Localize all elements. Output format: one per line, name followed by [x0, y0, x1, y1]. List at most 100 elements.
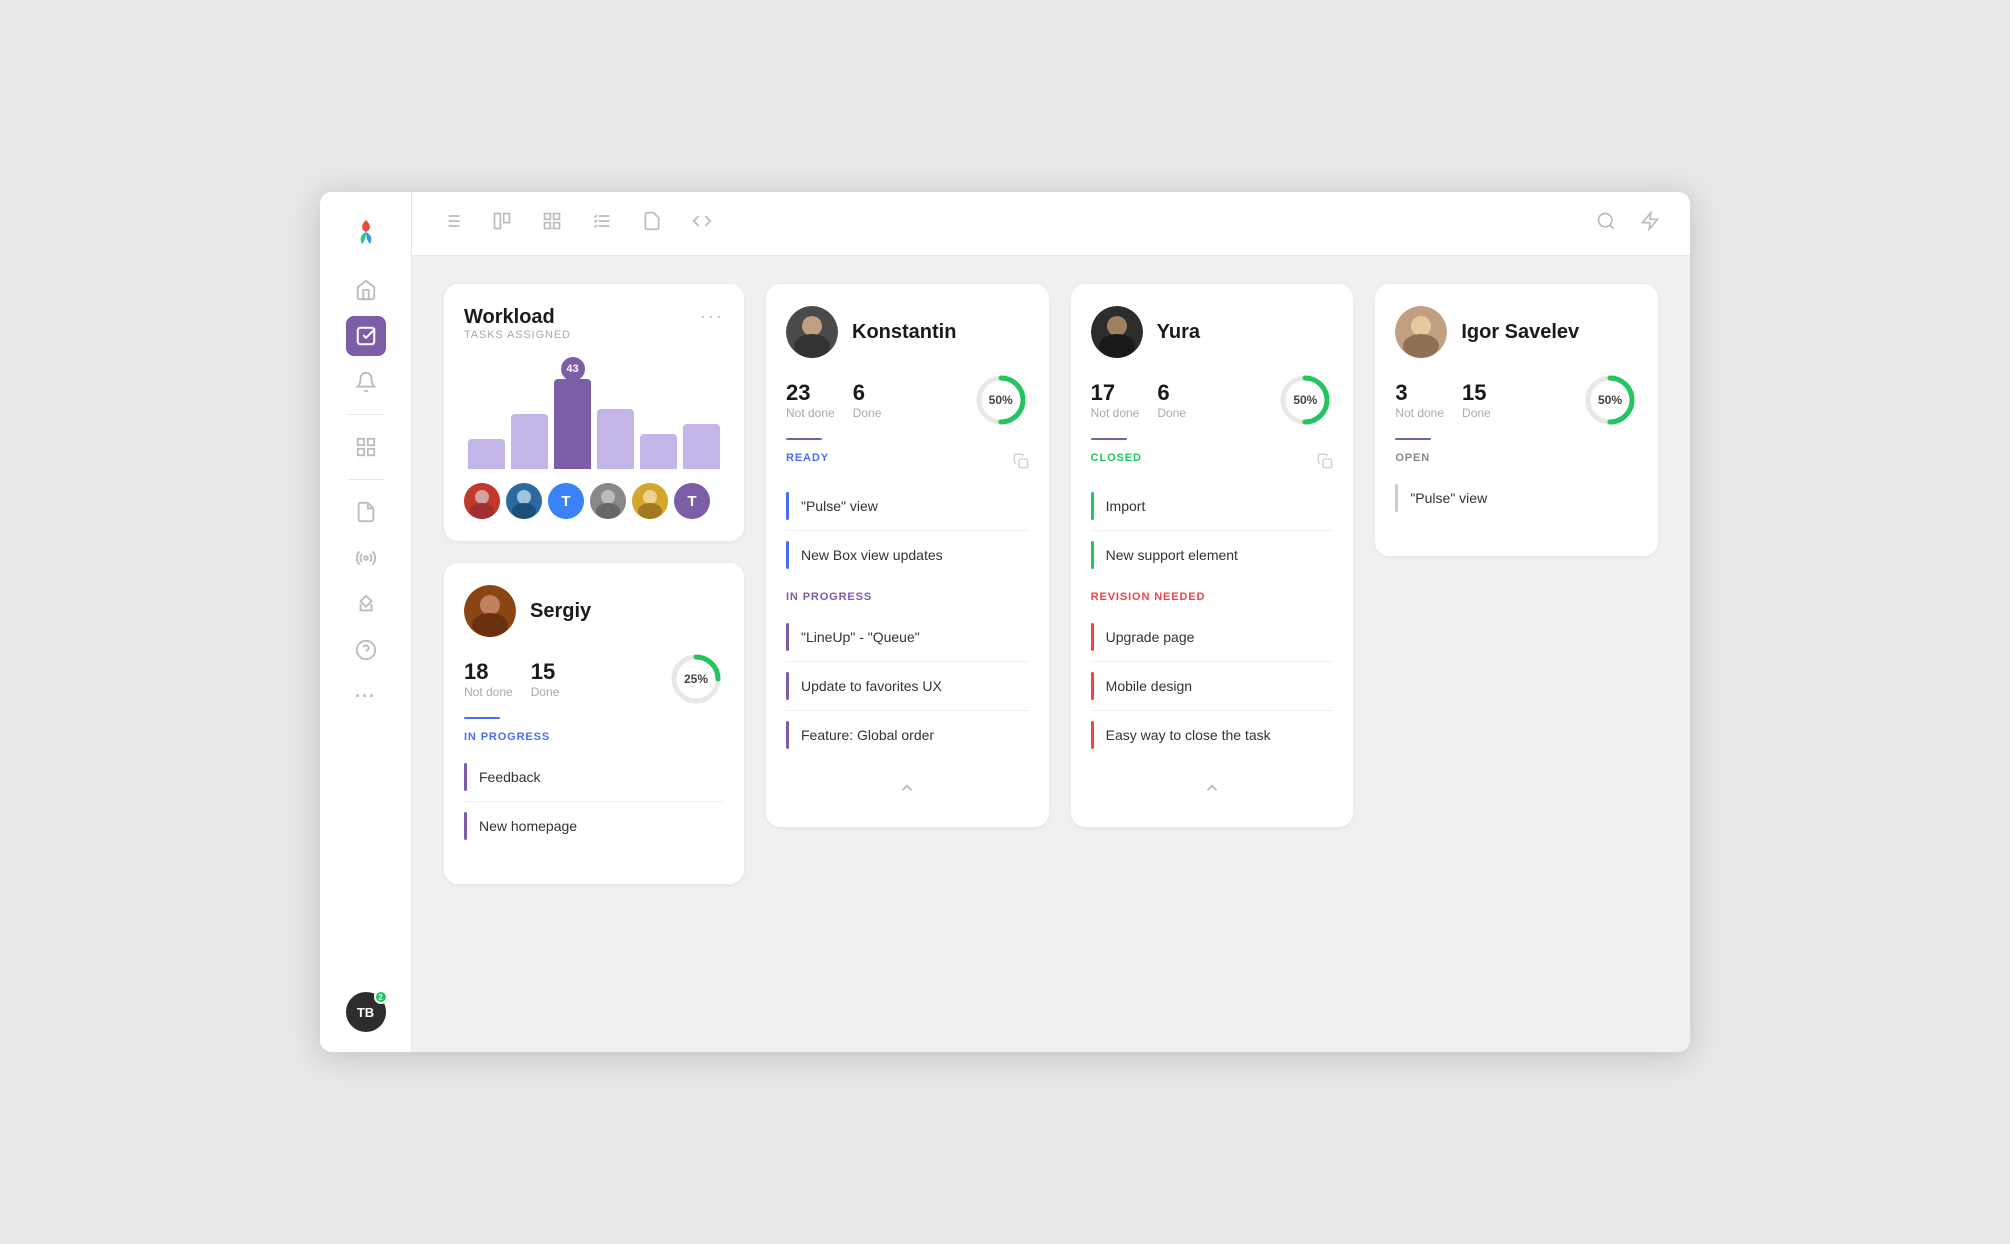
svg-text:T: T	[561, 493, 570, 510]
workload-more-button[interactable]: ···	[700, 306, 724, 327]
yura-section2-label: REVISION NEEDED	[1091, 591, 1334, 603]
sergiy-header: Sergiy	[464, 585, 724, 637]
task-bar	[786, 492, 789, 520]
sidebar-item-docs[interactable]	[346, 492, 386, 532]
task-item-feedback[interactable]: Feedback	[464, 753, 724, 802]
notification-badge: 2	[374, 990, 388, 1004]
yura-card: Yura 17 Not done 6 Done	[1071, 284, 1354, 827]
konstantin-stats: 23 Not done 6 Done 50%	[786, 372, 1029, 428]
task-item-new-support[interactable]: New support element	[1091, 531, 1334, 579]
task-bar	[464, 763, 467, 791]
yura-avatar	[1091, 306, 1143, 358]
sergiy-name: Sergiy	[530, 600, 591, 623]
konstantin-collapse-button[interactable]	[786, 771, 1029, 805]
yura-divider	[1091, 438, 1127, 440]
sidebar-item-more[interactable]: ···	[346, 676, 386, 716]
task-bar	[1091, 721, 1094, 749]
sergiy-progress-label: 25%	[684, 672, 708, 686]
igor-name: Igor Savelev	[1461, 321, 1579, 344]
sidebar-item-notifications[interactable]	[346, 362, 386, 402]
task-item-close-task[interactable]: Easy way to close the task	[1091, 711, 1334, 759]
bar-badge: 43	[561, 357, 585, 381]
task-item-lineup[interactable]: "LineUp" - "Queue"	[786, 613, 1029, 662]
task-item-new-box-view[interactable]: New Box view updates	[786, 531, 1029, 579]
igor-section-label: OPEN	[1395, 452, 1638, 464]
igor-open-section: OPEN "Pulse" view	[1395, 452, 1638, 522]
cards-grid: Workload TASKS ASSIGNED ··· 43	[444, 284, 1658, 884]
sidebar-item-tasks[interactable]	[346, 316, 386, 356]
task-bar	[786, 541, 789, 569]
workload-avatar-3[interactable]: T	[548, 483, 584, 519]
bar-chart: 43	[464, 359, 724, 469]
copy-icon-closed[interactable]	[1317, 453, 1333, 474]
task-item-global-order[interactable]: Feature: Global order	[786, 711, 1029, 759]
bar-5	[640, 434, 677, 469]
sidebar-item-help[interactable]	[346, 630, 386, 670]
task-bar	[1091, 492, 1094, 520]
sergiy-progress-ring: 25%	[668, 651, 724, 707]
svg-text:T: T	[687, 493, 696, 510]
konstantin-avatar	[786, 306, 838, 358]
sergiy-card: Sergiy 18 Not done 15 Done	[444, 563, 744, 884]
sidebar-item-goals[interactable]	[346, 584, 386, 624]
sidebar-item-apps[interactable]	[346, 427, 386, 467]
bar-6	[683, 424, 720, 469]
task-bar	[1091, 623, 1094, 651]
task-item-upgrade-page[interactable]: Upgrade page	[1091, 613, 1334, 662]
list-view-icon[interactable]	[436, 205, 468, 243]
lightning-icon[interactable]	[1634, 205, 1666, 243]
sergiy-done: 15	[531, 659, 560, 685]
doc-view-icon[interactable]	[636, 205, 668, 243]
checklist-view-icon[interactable]	[586, 205, 618, 243]
copy-icon-ready[interactable]	[1013, 453, 1029, 474]
konstantin-progress-ring: 50%	[973, 372, 1029, 428]
igor-header: Igor Savelev	[1395, 306, 1638, 358]
konstantin-card: Konstantin 23 Not done 6 Done	[766, 284, 1049, 827]
sergiy-avatar	[464, 585, 516, 637]
workload-title: Workload	[464, 306, 571, 329]
board-view-icon[interactable]	[486, 205, 518, 243]
task-item-favorites-ux[interactable]: Update to favorites UX	[786, 662, 1029, 711]
workload-avatars: T T	[464, 483, 724, 519]
workload-avatar-1[interactable]	[464, 483, 500, 519]
search-icon[interactable]	[1590, 205, 1622, 243]
igor-card: Igor Savelev 3 Not done 15 Done	[1375, 284, 1658, 556]
user-avatar-badge[interactable]: TB 2	[344, 990, 388, 1034]
bar-4	[597, 409, 634, 469]
bar-3: 43	[554, 379, 591, 469]
sidebar-item-pulse[interactable]	[346, 538, 386, 578]
app-logo[interactable]	[344, 210, 388, 254]
sergiy-not-done: 18	[464, 659, 513, 685]
workload-avatar-2[interactable]	[506, 483, 542, 519]
sergiy-in-progress-section: IN PROGRESS Feedback New homepage	[464, 731, 724, 850]
workload-subtitle: TASKS ASSIGNED	[464, 329, 571, 341]
workload-avatar-4[interactable]	[590, 483, 626, 519]
task-bar	[464, 812, 467, 840]
bar-2	[511, 414, 548, 469]
task-item-import[interactable]: Import	[1091, 482, 1334, 531]
task-item-new-homepage[interactable]: New homepage	[464, 802, 724, 850]
task-item-pulse-view-igor[interactable]: "Pulse" view	[1395, 474, 1638, 522]
konstantin-name: Konstantin	[852, 321, 956, 344]
task-bar	[786, 672, 789, 700]
igor-divider	[1395, 438, 1431, 440]
workload-avatar-6[interactable]: T	[674, 483, 710, 519]
task-item-mobile-design[interactable]: Mobile design	[1091, 662, 1334, 711]
sergiy-stats: 18 Not done 15 Done	[464, 651, 724, 707]
sidebar-bottom: TB 2	[344, 990, 388, 1034]
yura-section1-label: CLOSED	[1091, 452, 1142, 464]
sidebar-item-home[interactable]	[346, 270, 386, 310]
workload-avatar-5[interactable]	[632, 483, 668, 519]
app-window: ··· TB 2	[320, 192, 1690, 1052]
code-view-icon[interactable]	[686, 205, 718, 243]
bar-1	[468, 439, 505, 469]
topbar	[412, 192, 1690, 256]
konstantin-section2-label: IN PROGRESS	[786, 591, 1029, 603]
workload-card: Workload TASKS ASSIGNED ··· 43	[444, 284, 744, 541]
yura-collapse-button[interactable]	[1091, 771, 1334, 805]
task-item-pulse-view-k[interactable]: "Pulse" view	[786, 482, 1029, 531]
left-column: Workload TASKS ASSIGNED ··· 43	[444, 284, 744, 884]
task-bar	[1395, 484, 1398, 512]
grid-view-icon[interactable]	[536, 205, 568, 243]
konstantin-divider	[786, 438, 822, 440]
